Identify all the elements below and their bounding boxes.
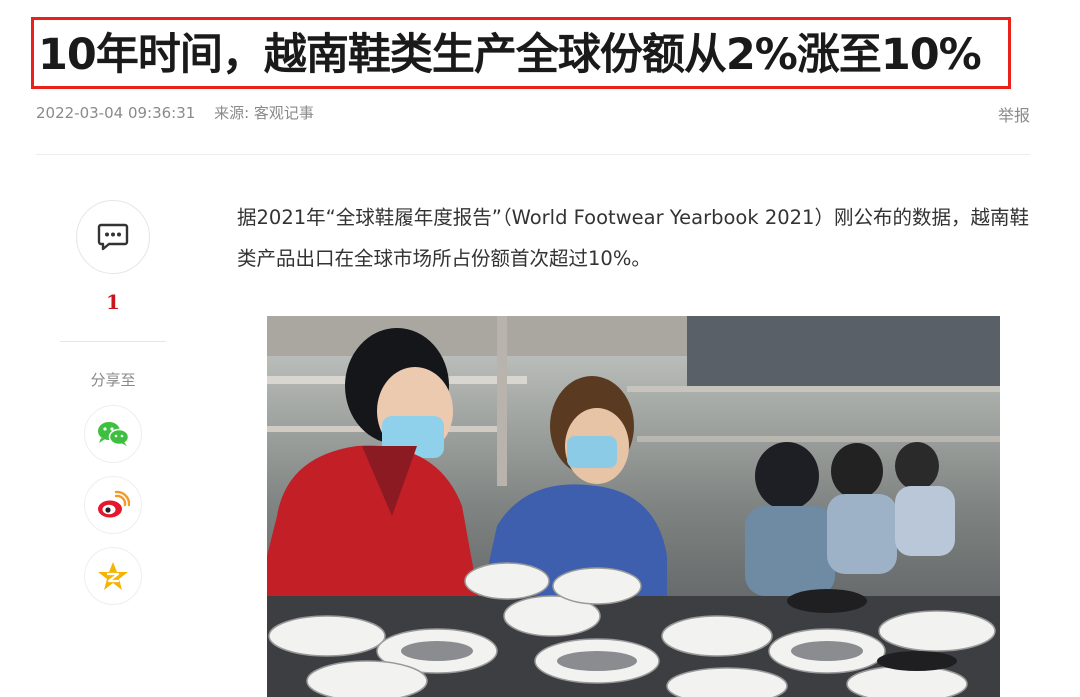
publish-datetime: 2022-03-04 09:36:31	[36, 104, 196, 122]
qzone-icon	[98, 562, 128, 590]
share-weibo-button[interactable]	[84, 476, 142, 534]
report-link[interactable]: 举报	[998, 102, 1030, 126]
comment-count[interactable]: 1	[76, 290, 150, 314]
header-divider	[36, 154, 1030, 155]
weibo-icon	[98, 490, 130, 518]
article-source: 来源: 客观记事	[214, 104, 314, 122]
article-meta: 2022-03-04 09:36:31 来源: 客观记事	[36, 102, 328, 123]
article-photo-factory-workers	[267, 316, 1000, 697]
comment-bubble-icon	[97, 223, 129, 251]
lead-paragraph: 据2021年“全球鞋履年度报告”（World Footwear Yearbook…	[237, 206, 1029, 270]
wechat-icon	[98, 422, 130, 446]
share-qzone-button[interactable]	[84, 547, 142, 605]
sidebar-divider	[60, 341, 166, 342]
share-label: 分享至	[90, 371, 136, 389]
share-wechat-button[interactable]	[84, 405, 142, 463]
comment-button[interactable]	[76, 200, 150, 274]
article-title: 10年时间，越南鞋类生产全球份额从2%涨至10%	[38, 30, 982, 80]
